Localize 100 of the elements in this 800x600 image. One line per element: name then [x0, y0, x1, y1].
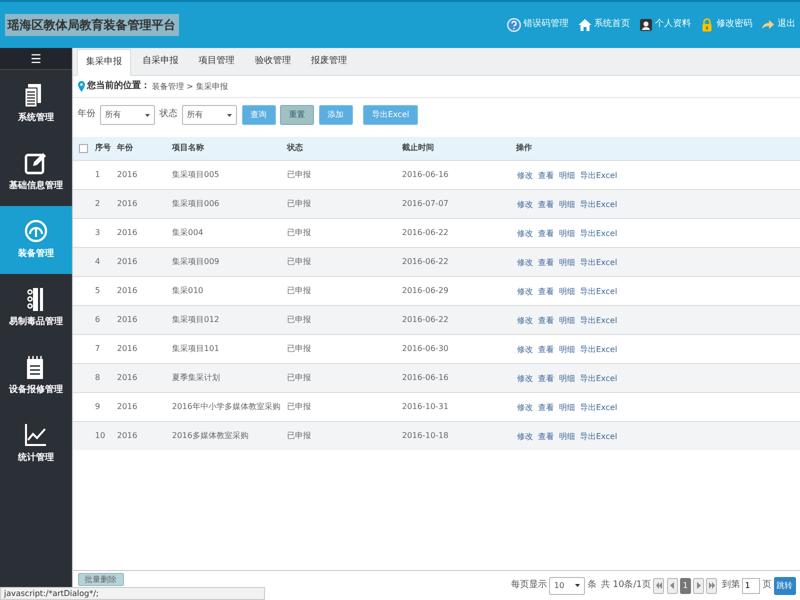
- action-link[interactable]: 修改: [517, 258, 533, 267]
- action-link[interactable]: 明细: [559, 403, 575, 412]
- action-link[interactable]: 修改: [517, 374, 533, 383]
- action-link[interactable]: 修改: [517, 345, 533, 354]
- page-number-button[interactable]: 1: [680, 578, 691, 594]
- action-link[interactable]: 导出Excel: [580, 200, 618, 209]
- header-link[interactable]: 个人资料: [638, 18, 691, 32]
- per-page-label: 每页显示: [510, 578, 547, 592]
- action-link[interactable]: 查看: [538, 258, 554, 267]
- action-link[interactable]: 明细: [559, 229, 575, 238]
- sidebar-item[interactable]: 装备管理: [0, 206, 72, 274]
- sidebar-item[interactable]: 基础信息管理: [0, 138, 72, 206]
- action-link[interactable]: 明细: [559, 374, 575, 383]
- table-cell: 10: [95, 430, 106, 440]
- action-link[interactable]: 导出Excel: [580, 345, 618, 354]
- table-cell: 夏季集采计划: [172, 372, 220, 382]
- table-cell: 2016: [117, 228, 138, 236]
- arrow-right-icon: [761, 18, 776, 32]
- table-cell: 3: [95, 228, 100, 236]
- table-cell: 集采项目006: [172, 198, 220, 208]
- action-link[interactable]: 明细: [559, 432, 575, 442]
- action-button[interactable]: 重置: [280, 105, 314, 125]
- tab[interactable]: 报废管理: [302, 48, 356, 75]
- column-header: 年份: [117, 143, 133, 152]
- select-field[interactable]: 所有: [182, 105, 237, 125]
- page-input[interactable]: 1: [742, 578, 760, 594]
- action-link[interactable]: 修改: [517, 200, 533, 209]
- jump-button[interactable]: 跳转: [774, 576, 796, 594]
- table-cell: 2016年中小学多媒体教室采购: [172, 402, 280, 410]
- action-link[interactable]: 导出Excel: [580, 258, 618, 267]
- table-cell: 2016: [117, 170, 138, 178]
- next-page-icon: [696, 582, 702, 589]
- action-link[interactable]: 导出Excel: [580, 171, 618, 180]
- action-link[interactable]: 查看: [538, 345, 554, 354]
- previous-page-button[interactable]: [666, 578, 678, 594]
- action-link[interactable]: 明细: [559, 287, 575, 296]
- column-header: 项目名称: [172, 143, 204, 152]
- table-cell: 2016-10-18: [402, 430, 448, 440]
- action-link[interactable]: 导出Excel: [580, 287, 618, 296]
- tab[interactable]: 集采申报: [77, 48, 131, 76]
- action-link[interactable]: 查看: [538, 171, 554, 180]
- action-link[interactable]: 导出Excel: [580, 316, 618, 325]
- table-cell: 9: [95, 402, 100, 410]
- action-link[interactable]: 导出Excel: [580, 403, 618, 412]
- header-link[interactable]: 错误码管理: [507, 18, 568, 32]
- action-link[interactable]: 修改: [517, 229, 533, 238]
- select-field[interactable]: 所有: [100, 105, 155, 125]
- action-link[interactable]: 查看: [538, 374, 554, 383]
- action-link[interactable]: 查看: [538, 229, 554, 238]
- caret-icon: [575, 584, 580, 587]
- table-cell: 集采004: [172, 228, 204, 236]
- batch-delete-button[interactable]: 批量删除: [78, 573, 124, 586]
- action-link[interactable]: 查看: [538, 316, 554, 325]
- next-page-button[interactable]: [693, 578, 704, 594]
- tab[interactable]: 自采申报: [133, 48, 188, 75]
- first-page-button[interactable]: [653, 578, 664, 594]
- table-cell: 6: [95, 314, 100, 324]
- table-cell: 集采项目012: [172, 314, 220, 324]
- caret-icon: [227, 114, 232, 116]
- table-cell: 2016: [117, 286, 138, 294]
- table-cell: 已申报: [287, 372, 311, 382]
- action-link[interactable]: 修改: [517, 171, 533, 180]
- sidebar-item[interactable]: 易制毒品管理: [0, 274, 72, 342]
- sidebar-item[interactable]: 统计管理: [0, 410, 72, 478]
- action-link[interactable]: 查看: [538, 200, 554, 209]
- action-link[interactable]: 修改: [517, 287, 533, 296]
- column-header: 序号: [95, 143, 111, 152]
- select-all-checkbox[interactable]: [79, 144, 88, 153]
- last-page-button[interactable]: [706, 578, 718, 594]
- per-page-select[interactable]: 10: [549, 576, 586, 594]
- sidebar-item[interactable]: 设备报修管理: [0, 342, 72, 410]
- action-link[interactable]: 查看: [538, 287, 554, 296]
- action-link[interactable]: 修改: [517, 432, 533, 442]
- action-link[interactable]: 明细: [559, 171, 575, 180]
- table-cell: 已申报: [287, 198, 311, 208]
- header-link[interactable]: 修改密码: [700, 18, 752, 32]
- tab[interactable]: 项目管理: [190, 48, 244, 75]
- menu-toggle[interactable]: ☰: [0, 48, 72, 70]
- action-link[interactable]: 导出Excel: [580, 432, 618, 442]
- header-link[interactable]: 系统首页: [578, 18, 630, 32]
- action-link[interactable]: 查看: [538, 432, 554, 442]
- action-link[interactable]: 明细: [559, 316, 575, 325]
- action-link[interactable]: 导出Excel: [580, 229, 618, 238]
- line-chart-icon: [24, 422, 48, 448]
- sidebar-item[interactable]: 系统管理: [0, 70, 72, 138]
- action-link[interactable]: 明细: [559, 200, 575, 209]
- action-link[interactable]: 明细: [559, 345, 575, 354]
- tab[interactable]: 验收管理: [246, 48, 300, 75]
- column-header: 状态: [287, 143, 303, 152]
- action-link[interactable]: 导出Excel: [580, 374, 618, 383]
- action-link[interactable]: 查看: [538, 403, 554, 412]
- table-cell: 2016-06-16: [402, 170, 448, 178]
- platform-title: 瑶海区教体局教育装备管理平台: [4, 14, 178, 36]
- table-cell: 2016: [117, 256, 138, 266]
- action-link[interactable]: 明细: [559, 258, 575, 267]
- table-cell: 4: [95, 256, 100, 266]
- table-cell: 集采项目101: [172, 344, 220, 352]
- action-link[interactable]: 修改: [517, 316, 533, 325]
- header-link[interactable]: 退出: [761, 18, 796, 32]
- action-link[interactable]: 修改: [517, 403, 533, 412]
